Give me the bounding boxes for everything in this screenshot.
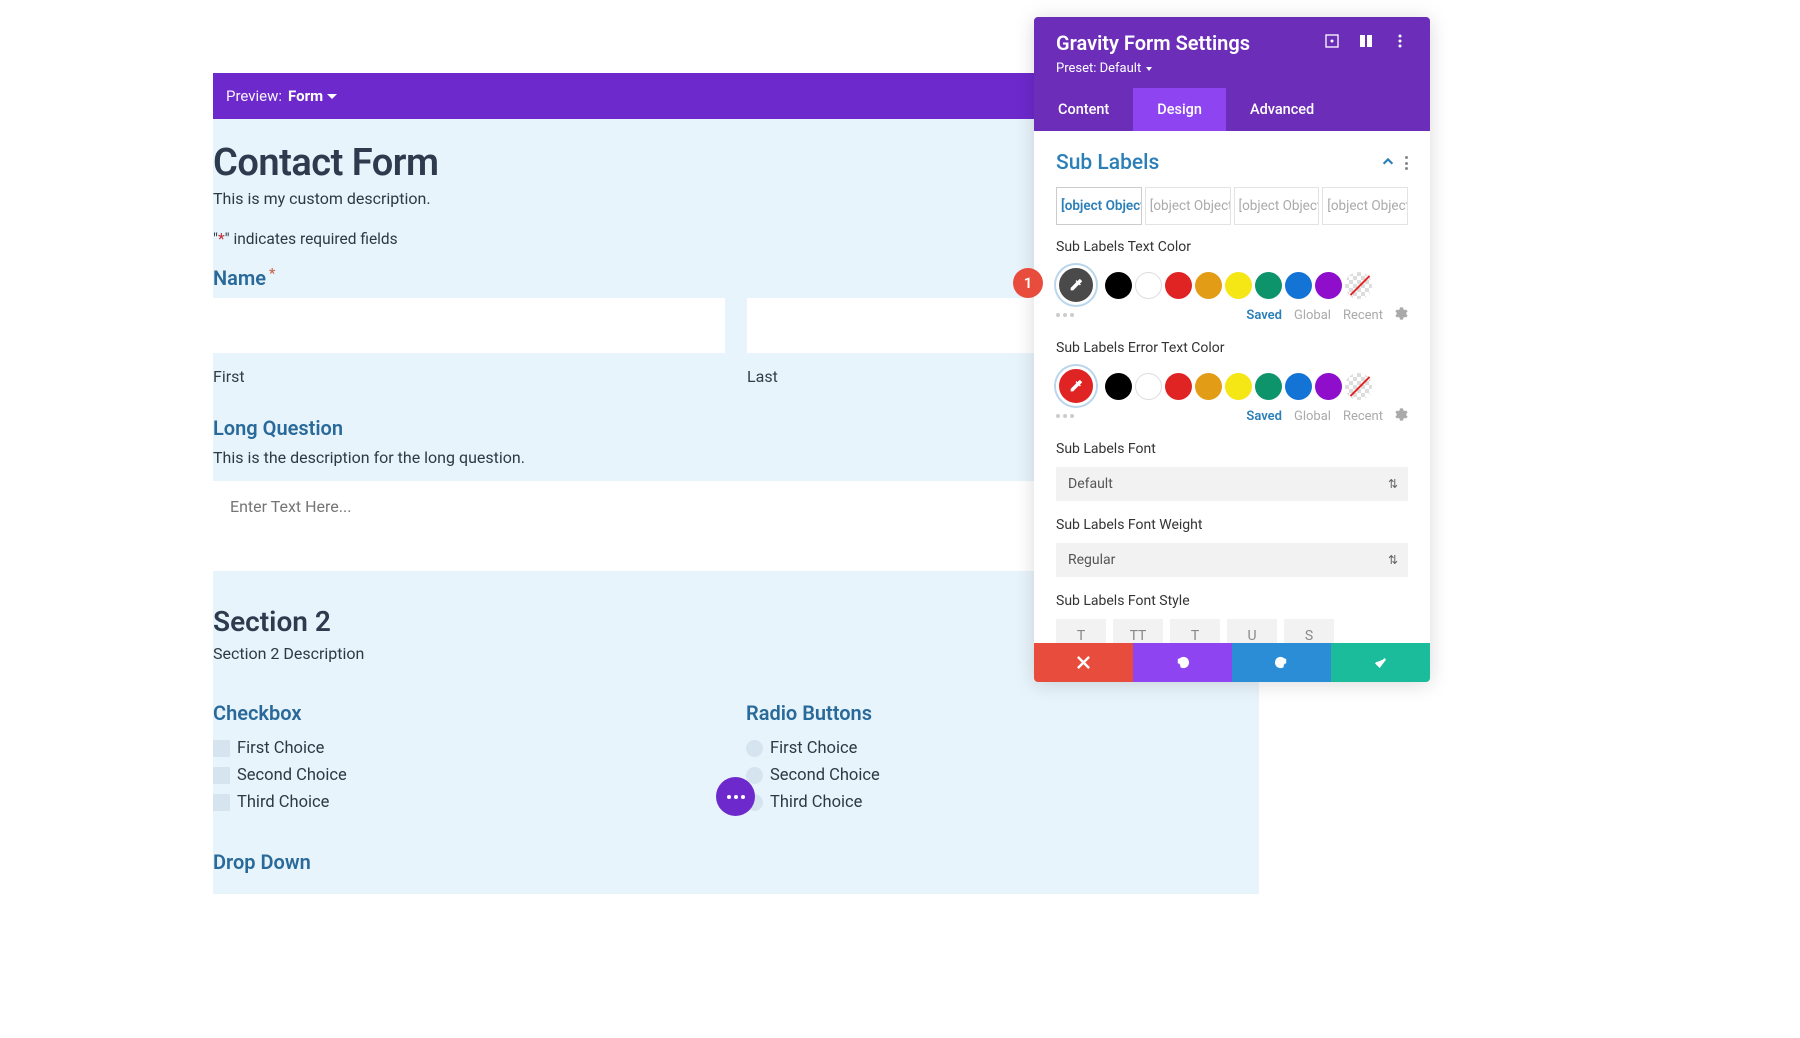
color-swatch-none[interactable]: [1345, 272, 1372, 299]
kebab-menu-icon[interactable]: [1392, 33, 1408, 53]
module-options-fab[interactable]: [716, 777, 755, 816]
breakpoint-tab[interactable]: [object Object]: [1145, 187, 1231, 225]
color-swatch-yellow[interactable]: [1225, 373, 1252, 400]
color-swatch-red[interactable]: [1165, 373, 1192, 400]
radio-icon: [746, 740, 763, 757]
color-swatch-blue[interactable]: [1285, 272, 1312, 299]
first-sublabel: First: [213, 367, 725, 386]
color-swatch-none[interactable]: [1345, 373, 1372, 400]
color-mode-row: Saved Global Recent: [1056, 307, 1408, 324]
color-swatch-blue[interactable]: [1285, 373, 1312, 400]
font-weight-label: Sub Labels Font Weight: [1056, 517, 1408, 533]
text-color-swatches: [1056, 265, 1408, 305]
redo-button[interactable]: [1232, 643, 1331, 682]
gear-icon[interactable]: [1395, 307, 1408, 324]
gear-icon[interactable]: [1395, 408, 1408, 425]
mode-saved[interactable]: Saved: [1246, 409, 1282, 424]
callout-badge-1: 1: [1013, 268, 1043, 298]
font-style-label: Sub Labels Font Style: [1056, 593, 1408, 609]
checkbox-icon: [213, 740, 230, 757]
checkbox-option[interactable]: Second Choice: [213, 766, 726, 785]
breakpoint-tab[interactable]: [object Object]: [1322, 187, 1408, 225]
color-swatch-purple[interactable]: [1315, 272, 1342, 299]
color-swatch-black[interactable]: [1105, 373, 1132, 400]
save-button[interactable]: [1331, 643, 1430, 682]
first-name-input[interactable]: [213, 298, 725, 353]
color-swatch-yellow[interactable]: [1225, 272, 1252, 299]
style-button[interactable]: U: [1227, 619, 1277, 643]
responsive-breakpoint-tabs: [object Object] [object Object] [object …: [1056, 187, 1408, 225]
color-swatch-white[interactable]: [1135, 373, 1162, 400]
preview-label: Preview:: [226, 87, 282, 105]
grid-icon[interactable]: [1358, 33, 1374, 53]
mode-saved[interactable]: Saved: [1246, 308, 1282, 323]
style-button[interactable]: TT: [1113, 619, 1163, 643]
panel-footer: [1034, 643, 1430, 682]
dot-icon: [727, 795, 731, 799]
tab-content[interactable]: Content: [1034, 88, 1133, 131]
radio-option[interactable]: Second Choice: [746, 766, 1259, 785]
dot-icon: [741, 795, 745, 799]
error-color-swatches: [1056, 366, 1408, 406]
mode-recent[interactable]: Recent: [1343, 409, 1383, 424]
dot-icon: [734, 795, 738, 799]
font-style-buttons: T TT T U S: [1056, 619, 1408, 643]
error-color-label: Sub Labels Error Text Color: [1056, 340, 1408, 356]
undo-button[interactable]: [1133, 643, 1232, 682]
color-swatch-black[interactable]: [1105, 272, 1132, 299]
mode-global[interactable]: Global: [1294, 409, 1331, 424]
color-mode-row: Saved Global Recent: [1056, 408, 1408, 425]
section-menu-icon[interactable]: [1405, 156, 1408, 170]
checkbox-icon: [213, 767, 230, 784]
panel-title: Gravity Form Settings: [1056, 31, 1250, 55]
sublabels-section-header[interactable]: Sub Labels: [1056, 141, 1408, 187]
tab-design[interactable]: Design: [1133, 88, 1226, 131]
color-swatch-white[interactable]: [1135, 272, 1162, 299]
font-select[interactable]: Default: [1056, 467, 1408, 501]
preset-selector[interactable]: Preset: Default: [1056, 61, 1408, 76]
settings-panel: Gravity Form Settings Preset: Default Co…: [1034, 17, 1430, 682]
radio-group-label: Radio Buttons: [746, 701, 1259, 725]
caret-down-icon: [327, 94, 337, 99]
breakpoint-tab[interactable]: [object Object]: [1056, 187, 1142, 225]
text-color-label: Sub Labels Text Color: [1056, 239, 1408, 255]
font-label: Sub Labels Font: [1056, 441, 1408, 457]
close-button[interactable]: [1034, 643, 1133, 682]
expand-icon[interactable]: [1324, 33, 1340, 53]
checkbox-option[interactable]: First Choice: [213, 739, 726, 758]
chevron-up-icon[interactable]: [1381, 154, 1395, 173]
breakpoint-tab[interactable]: [object Object]: [1234, 187, 1320, 225]
color-swatch-teal[interactable]: [1255, 373, 1282, 400]
panel-tabs: Content Design Advanced: [1034, 88, 1430, 131]
panel-body: Sub Labels [object Object] [object Objec…: [1034, 131, 1430, 643]
checkbox-icon: [213, 794, 230, 811]
style-button[interactable]: S: [1284, 619, 1334, 643]
mode-recent[interactable]: Recent: [1343, 308, 1383, 323]
color-picker-button[interactable]: [1056, 265, 1096, 305]
tab-advanced[interactable]: Advanced: [1226, 88, 1338, 131]
mode-global[interactable]: Global: [1294, 308, 1331, 323]
color-swatch-orange[interactable]: [1195, 272, 1222, 299]
color-swatch-purple[interactable]: [1315, 373, 1342, 400]
color-swatch-teal[interactable]: [1255, 272, 1282, 299]
caret-down-icon: [1146, 67, 1152, 71]
radio-option[interactable]: Third Choice: [746, 793, 1259, 812]
preview-value: Form: [288, 87, 323, 105]
style-button[interactable]: T: [1056, 619, 1106, 643]
color-picker-button[interactable]: [1056, 366, 1096, 406]
panel-header: Gravity Form Settings Preset: Default: [1034, 17, 1430, 88]
font-weight-select[interactable]: Regular: [1056, 543, 1408, 577]
radio-option[interactable]: First Choice: [746, 739, 1259, 758]
checkbox-option[interactable]: Third Choice: [213, 793, 726, 812]
dropdown-label: Drop Down: [213, 850, 1259, 874]
style-button[interactable]: T: [1170, 619, 1220, 643]
color-swatch-red[interactable]: [1165, 272, 1192, 299]
asterisk-icon: *: [218, 230, 225, 248]
checkbox-group-label: Checkbox: [213, 701, 726, 725]
color-swatch-orange[interactable]: [1195, 373, 1222, 400]
